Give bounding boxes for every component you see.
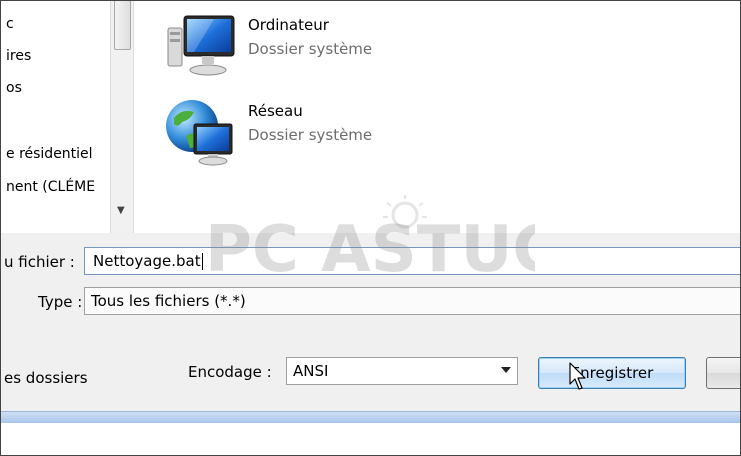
mouse-cursor-icon [569,362,586,390]
hide-folders-toggle[interactable]: es dossiers [4,369,88,387]
file-type-value: Tous les fichiers (*.*) [91,292,246,310]
type-label: Type : [38,293,83,311]
chevron-down-icon [501,367,511,373]
file-list: Ordinateur Dossier système Réseau Dossie… [136,0,741,233]
dialog-bottom-border [0,411,741,423]
filename-input[interactable]: Nettoyage.bat [84,247,741,275]
file-item-network[interactable]: Réseau Dossier système [164,98,464,170]
network-globe-icon [166,100,233,166]
file-type: Dossier système [248,40,373,58]
nav-scrollbar[interactable]: ▼ [110,0,134,233]
file-name: Réseau [248,102,303,120]
nav-item-computer[interactable]: nent (CLÉME [6,179,95,195]
nav-item-pictures[interactable]: ires [6,48,31,64]
file-type: Dossier système [248,126,373,144]
file-item-computer[interactable]: Ordinateur Dossier système [164,12,464,84]
filename-label: u fichier : [4,253,75,271]
encoding-label: Encodage : [188,363,272,381]
computer-icon [167,15,235,76]
browser-area: c ires os e résidentiel nent (CLÉME ▼ Or… [0,0,741,233]
nav-item-homegroup[interactable]: e résidentiel [6,146,93,162]
encoding-select[interactable]: ANSI [286,357,518,385]
file-name: Ordinateur [248,16,329,34]
save-button[interactable]: Enregistrer [538,357,686,389]
scroll-down-icon[interactable]: ▼ [117,205,125,216]
file-type-select[interactable]: Tous les fichiers (*.*) [84,287,741,315]
background-area [0,423,741,456]
cancel-button[interactable] [706,357,741,389]
encoding-value: ANSI [293,362,329,380]
nav-item-music[interactable]: c [6,16,14,32]
filename-value: Nettoyage.bat [93,252,201,270]
navigation-pane: c ires os e résidentiel nent (CLÉME ▼ [0,0,136,233]
text-caret [201,253,203,270]
save-options-panel: u fichier : Nettoyage.bat Type : Tous le… [0,233,741,411]
nav-scrollbar-thumb[interactable] [114,0,131,50]
nav-item-videos[interactable]: os [6,80,22,96]
